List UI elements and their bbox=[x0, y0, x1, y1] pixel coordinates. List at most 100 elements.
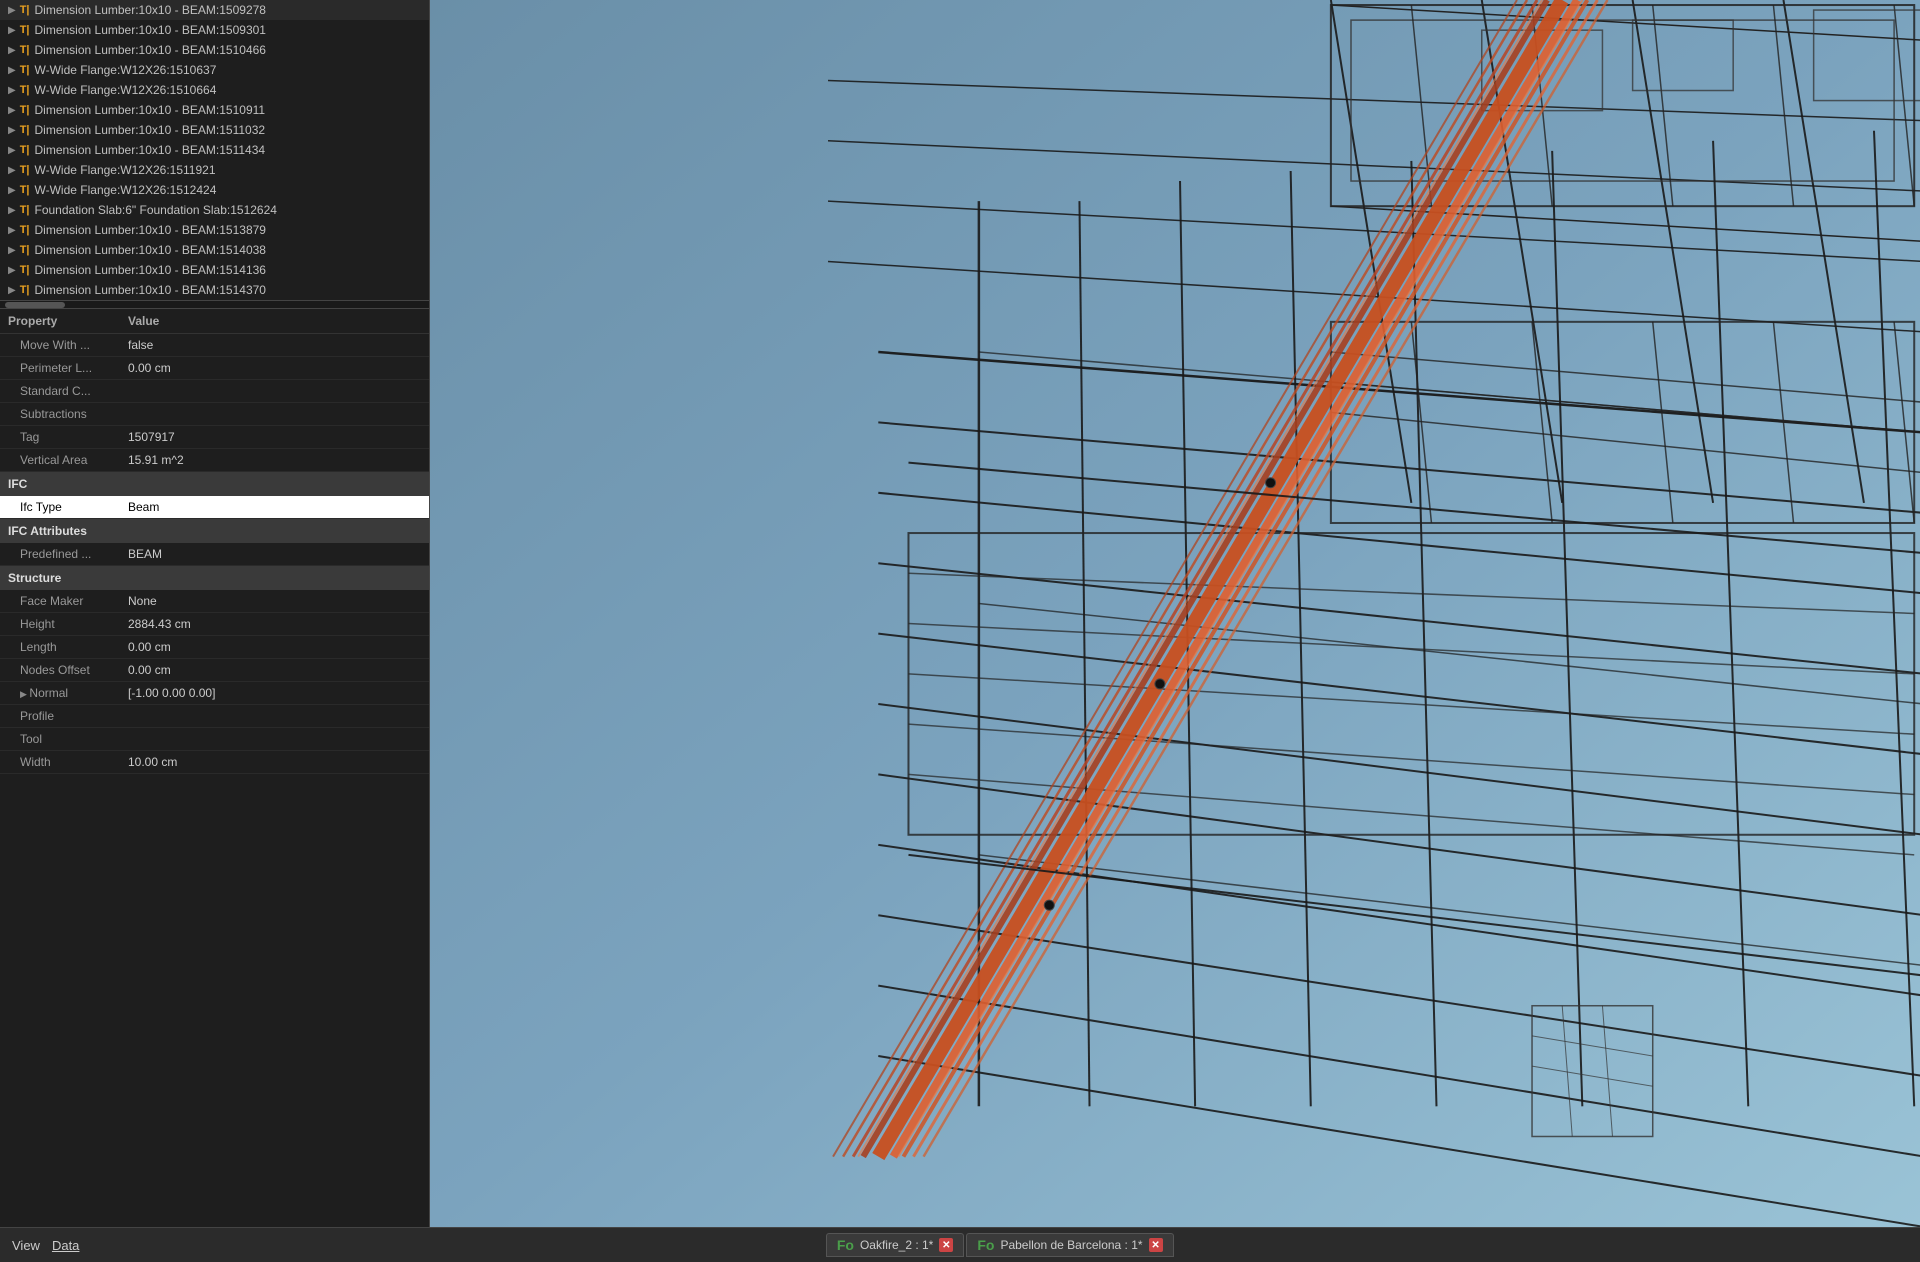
prop-row[interactable]: Move With ...false bbox=[0, 334, 429, 357]
tree-item-label: Dimension Lumber:10x10 - BEAM:1509278 bbox=[35, 3, 266, 17]
tree-arrow-icon: ▶ bbox=[8, 5, 16, 16]
tree-item-label: Dimension Lumber:10x10 - BEAM:1513879 bbox=[35, 223, 266, 237]
tab-0[interactable]: Fo Oakfire_2 : 1* ✕ bbox=[826, 1233, 964, 1257]
tree-item[interactable]: ▶ T| W-Wide Flange:W12X26:1512424 bbox=[0, 180, 429, 200]
tree-item-label: Dimension Lumber:10x10 - BEAM:1514136 bbox=[35, 263, 266, 277]
main-area: ▶ T| Dimension Lumber:10x10 - BEAM:15092… bbox=[0, 0, 1920, 1227]
prop-header: Property Value bbox=[0, 309, 429, 334]
viewport-3d[interactable] bbox=[430, 0, 1920, 1227]
prop-row[interactable]: Ifc TypeBeam bbox=[0, 496, 429, 519]
tree-arrow-icon: ▶ bbox=[8, 285, 16, 296]
tree-item[interactable]: ▶ T| Dimension Lumber:10x10 - BEAM:15092… bbox=[0, 0, 429, 20]
prop-value: 0.00 cm bbox=[120, 659, 429, 682]
tree-item[interactable]: ▶ T| Dimension Lumber:10x10 - BEAM:15143… bbox=[0, 280, 429, 300]
tree-item-label: Dimension Lumber:10x10 - BEAM:1510911 bbox=[35, 103, 266, 117]
view-menu[interactable]: View bbox=[8, 1236, 44, 1255]
tree-beam-icon: T| bbox=[20, 164, 30, 176]
prop-section-header: Structure bbox=[0, 566, 429, 591]
prop-value: None bbox=[120, 590, 429, 613]
prop-name: Subtractions bbox=[0, 403, 120, 426]
tab-close-button[interactable]: ✕ bbox=[939, 1238, 953, 1252]
tree-item[interactable]: ▶ T| Dimension Lumber:10x10 - BEAM:15104… bbox=[0, 40, 429, 60]
tree-arrow-icon: ▶ bbox=[8, 105, 16, 116]
tree-item[interactable]: ▶ T| W-Wide Flange:W12X26:1510664 bbox=[0, 80, 429, 100]
tree-item[interactable]: ▶ T| Foundation Slab:6" Foundation Slab:… bbox=[0, 200, 429, 220]
prop-row[interactable]: Predefined ...BEAM bbox=[0, 543, 429, 566]
prop-row[interactable]: Nodes Offset0.00 cm bbox=[0, 659, 429, 682]
prop-value bbox=[120, 705, 429, 728]
prop-row[interactable]: Length0.00 cm bbox=[0, 636, 429, 659]
tab-icon: Fo bbox=[977, 1237, 994, 1253]
prop-name: Predefined ... bbox=[0, 543, 120, 566]
prop-value: 0.00 cm bbox=[120, 357, 429, 380]
tree-beam-icon: T| bbox=[20, 264, 30, 276]
tab-close-button[interactable]: ✕ bbox=[1149, 1238, 1163, 1252]
section-title: IFC bbox=[0, 472, 429, 497]
prop-row[interactable]: Tool bbox=[0, 728, 429, 751]
section-title: IFC Attributes bbox=[0, 519, 429, 544]
prop-row[interactable]: Normal[-1.00 0.00 0.00] bbox=[0, 682, 429, 705]
tree-arrow-icon: ▶ bbox=[8, 125, 16, 136]
tree-item-label: W-Wide Flange:W12X26:1512424 bbox=[35, 183, 217, 197]
prop-name: Face Maker bbox=[0, 590, 120, 613]
tree-item-label: Dimension Lumber:10x10 - BEAM:1511032 bbox=[35, 123, 266, 137]
prop-row[interactable]: Face MakerNone bbox=[0, 590, 429, 613]
prop-row[interactable]: Standard C... bbox=[0, 380, 429, 403]
prop-row[interactable]: Profile bbox=[0, 705, 429, 728]
prop-name: Move With ... bbox=[0, 334, 120, 357]
prop-row[interactable]: Vertical Area15.91 m^2 bbox=[0, 449, 429, 472]
tree-arrow-icon: ▶ bbox=[8, 265, 16, 276]
prop-row[interactable]: Perimeter L...0.00 cm bbox=[0, 357, 429, 380]
prop-name: Perimeter L... bbox=[0, 357, 120, 380]
tree-item-label: Dimension Lumber:10x10 - BEAM:1510466 bbox=[35, 43, 266, 57]
tree-item[interactable]: ▶ T| Dimension Lumber:10x10 - BEAM:15110… bbox=[0, 120, 429, 140]
tree-item-label: Foundation Slab:6" Foundation Slab:15126… bbox=[35, 203, 277, 217]
prop-row[interactable]: Height2884.43 cm bbox=[0, 613, 429, 636]
prop-value bbox=[120, 728, 429, 751]
tree-beam-icon: T| bbox=[20, 184, 30, 196]
tree-item-label: Dimension Lumber:10x10 - BEAM:1514370 bbox=[35, 283, 266, 297]
h-scrollbar-thumb bbox=[5, 302, 65, 308]
prop-value: Beam bbox=[120, 496, 429, 519]
prop-value: 15.91 m^2 bbox=[120, 449, 429, 472]
prop-row[interactable]: Width10.00 cm bbox=[0, 751, 429, 774]
tree-item[interactable]: ▶ T| W-Wide Flange:W12X26:1511921 bbox=[0, 160, 429, 180]
tree-beam-icon: T| bbox=[20, 204, 30, 216]
tree-item[interactable]: ▶ T| Dimension Lumber:10x10 - BEAM:15141… bbox=[0, 260, 429, 280]
prop-row[interactable]: Tag1507917 bbox=[0, 426, 429, 449]
tree-item[interactable]: ▶ T| Dimension Lumber:10x10 - BEAM:15114… bbox=[0, 140, 429, 160]
prop-name: Ifc Type bbox=[0, 496, 120, 519]
tree-arrow-icon: ▶ bbox=[8, 145, 16, 156]
tab-label: Oakfire_2 : 1* bbox=[860, 1238, 933, 1252]
prop-value: BEAM bbox=[120, 543, 429, 566]
prop-name: Vertical Area bbox=[0, 449, 120, 472]
tree-arrow-icon: ▶ bbox=[8, 25, 16, 36]
h-scrollbar[interactable] bbox=[0, 301, 429, 309]
prop-value: 2884.43 cm bbox=[120, 613, 429, 636]
tree-item[interactable]: ▶ T| Dimension Lumber:10x10 - BEAM:15138… bbox=[0, 220, 429, 240]
tree-item[interactable]: ▶ T| Dimension Lumber:10x10 - BEAM:15093… bbox=[0, 20, 429, 40]
tree-item-label: Dimension Lumber:10x10 - BEAM:1511434 bbox=[35, 143, 266, 157]
tree-item[interactable]: ▶ T| Dimension Lumber:10x10 - BEAM:15140… bbox=[0, 240, 429, 260]
data-menu[interactable]: Data bbox=[48, 1236, 83, 1255]
tree-arrow-icon: ▶ bbox=[8, 185, 16, 196]
prop-name: Profile bbox=[0, 705, 120, 728]
tree-beam-icon: T| bbox=[20, 44, 30, 56]
tab-label: Pabellon de Barcelona : 1* bbox=[1000, 1238, 1142, 1252]
prop-value: 10.00 cm bbox=[120, 751, 429, 774]
tab-1[interactable]: Fo Pabellon de Barcelona : 1* ✕ bbox=[966, 1233, 1173, 1257]
tree-arrow-icon: ▶ bbox=[8, 65, 16, 76]
prop-name: Length bbox=[0, 636, 120, 659]
scene-svg bbox=[430, 0, 1920, 1227]
tree-item[interactable]: ▶ T| W-Wide Flange:W12X26:1510637 bbox=[0, 60, 429, 80]
tree-item-label: Dimension Lumber:10x10 - BEAM:1509301 bbox=[35, 23, 266, 37]
tree-arrow-icon: ▶ bbox=[8, 225, 16, 236]
tree-section[interactable]: ▶ T| Dimension Lumber:10x10 - BEAM:15092… bbox=[0, 0, 429, 301]
properties-section[interactable]: Property Value Move With ...falsePerimet… bbox=[0, 309, 429, 1227]
prop-name: Tool bbox=[0, 728, 120, 751]
bottom-bar: View Data Fo Oakfire_2 : 1* ✕ Fo Pabello… bbox=[0, 1227, 1920, 1262]
tab-icon: Fo bbox=[837, 1237, 854, 1253]
tree-beam-icon: T| bbox=[20, 24, 30, 36]
prop-row[interactable]: Subtractions bbox=[0, 403, 429, 426]
tree-item[interactable]: ▶ T| Dimension Lumber:10x10 - BEAM:15109… bbox=[0, 100, 429, 120]
